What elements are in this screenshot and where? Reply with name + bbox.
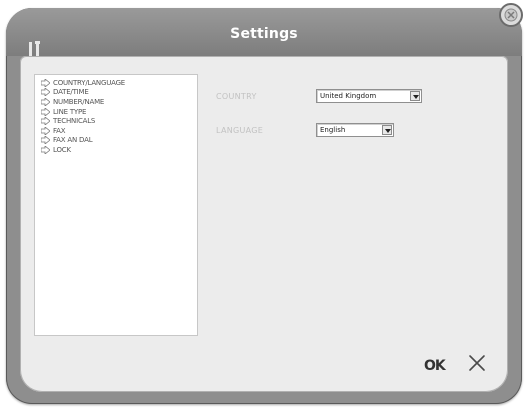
tree-item-label: NUMBER/NAME — [53, 97, 105, 106]
tree-item-label: LINE TYPE — [53, 107, 87, 116]
arrow-right-icon — [41, 88, 50, 97]
tree-item-country-language[interactable]: COUNTRY/LANGUAGE — [41, 78, 197, 88]
window-title: Settings — [230, 26, 298, 42]
tree-item-date-time[interactable]: DATE/TIME — [41, 88, 197, 98]
language-select[interactable]: English — [316, 123, 394, 137]
arrow-right-icon — [41, 136, 50, 145]
tree-item-label: FAX AN DAL — [53, 136, 93, 145]
arrow-right-icon — [41, 97, 50, 106]
arrow-right-icon — [41, 145, 50, 154]
tree-item-fax-an-dal[interactable]: FAX AN DAL — [41, 136, 197, 146]
arrow-right-icon — [41, 78, 50, 87]
language-value: English — [320, 125, 346, 134]
tree-item-label: COUNTRY/LANGUAGE — [53, 78, 126, 87]
settings-content: COUNTRY/LANGUAGE DATE/TIME NUMBER/NAME L… — [20, 56, 508, 392]
tree-item-label: TECHNICALS — [53, 117, 96, 126]
country-select[interactable]: United Kingdom — [316, 89, 422, 103]
tree-item-number-name[interactable]: NUMBER/NAME — [41, 97, 197, 107]
settings-tree: COUNTRY/LANGUAGE DATE/TIME NUMBER/NAME L… — [34, 74, 198, 336]
arrow-right-icon — [41, 107, 50, 116]
tree-item-label: LOCK — [53, 145, 71, 154]
ok-button[interactable]: OK — [424, 358, 446, 374]
title-bar: Settings — [6, 8, 522, 60]
chevron-down-icon[interactable] — [382, 125, 392, 135]
country-label: COUNTRY — [216, 92, 257, 101]
tree-item-technicals[interactable]: TECHNICALS — [41, 116, 197, 126]
settings-window: Settings COUNTRY/LANGUAGE DATE/TIME NUMB… — [6, 3, 523, 404]
tree-item-label: FAX — [53, 126, 66, 135]
country-value: United Kingdom — [320, 91, 377, 100]
chevron-down-icon[interactable] — [410, 91, 420, 101]
tree-item-label: DATE/TIME — [53, 88, 89, 97]
close-circle-icon[interactable] — [498, 2, 524, 28]
arrow-right-icon — [41, 117, 50, 126]
x-icon[interactable] — [468, 354, 486, 372]
tree-item-line-type[interactable]: LINE TYPE — [41, 107, 197, 117]
tree-item-fax[interactable]: FAX — [41, 126, 197, 136]
tree-item-lock[interactable]: LOCK — [41, 145, 197, 155]
arrow-right-icon — [41, 126, 50, 135]
language-label: LANGUAGE — [216, 126, 264, 135]
